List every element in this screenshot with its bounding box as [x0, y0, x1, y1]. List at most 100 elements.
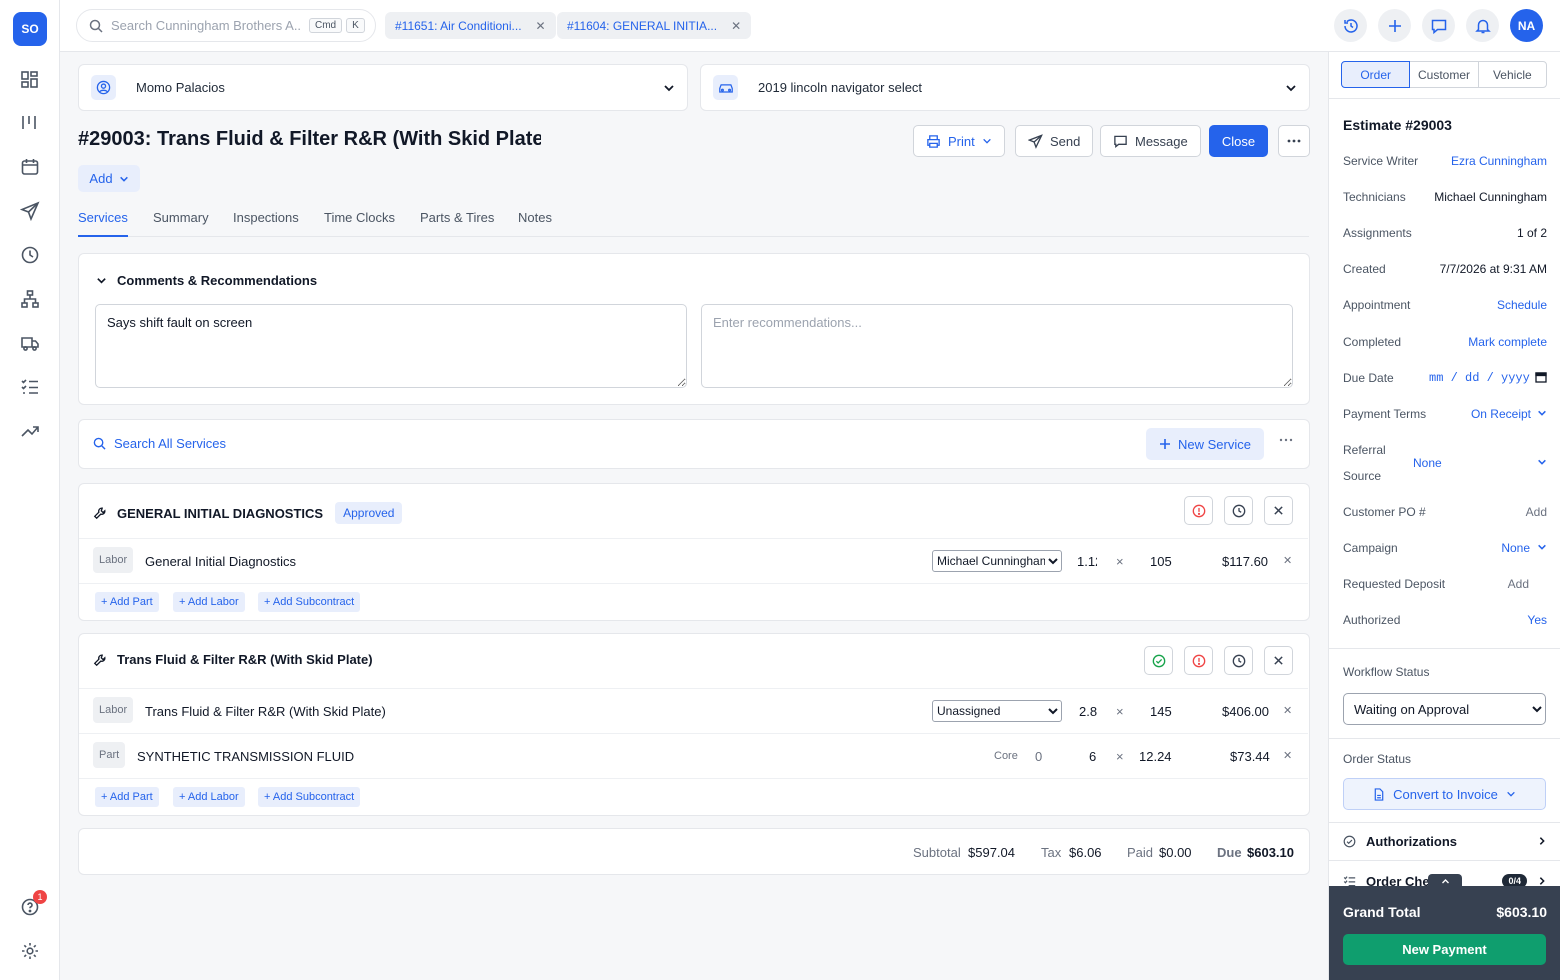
- vehicle-selector[interactable]: 2019 lincoln navigator select: [700, 64, 1310, 111]
- open-tab-11604[interactable]: #11604: GENERAL INITIA... ✕: [557, 12, 752, 39]
- campaign-select[interactable]: None: [1501, 541, 1530, 555]
- technicians-row: Technicians Michael Cunningham: [1343, 190, 1547, 204]
- service-writer-link[interactable]: Ezra Cunningham: [1451, 154, 1547, 168]
- add-subcontract-button[interactable]: + Add Subcontract: [258, 592, 361, 612]
- rate-input[interactable]: 12.24: [1139, 749, 1172, 764]
- send-icon[interactable]: [18, 199, 42, 223]
- segment-vehicle[interactable]: Vehicle: [1477, 61, 1547, 88]
- comments-header[interactable]: Comments & Recommendations: [96, 273, 317, 288]
- org-chart-icon[interactable]: [18, 287, 42, 311]
- calendar-icon[interactable]: [1535, 371, 1547, 383]
- convert-to-invoice-button[interactable]: Convert to Invoice: [1343, 778, 1546, 810]
- alert-icon[interactable]: [1184, 646, 1213, 675]
- global-search-input[interactable]: Search Cunningham Brothers A... Cmd K: [76, 9, 376, 42]
- payment-terms-select[interactable]: On Receipt: [1471, 407, 1531, 421]
- tab-notes[interactable]: Notes: [518, 210, 552, 237]
- search-all-services[interactable]: Search All Services: [93, 436, 226, 451]
- wrench-icon: [93, 653, 107, 667]
- close-tab-icon[interactable]: ✕: [731, 19, 741, 33]
- clock-icon[interactable]: [1224, 646, 1253, 675]
- new-service-button[interactable]: New Service: [1146, 428, 1264, 460]
- technician-select[interactable]: Michael Cunningham: [932, 550, 1062, 572]
- app-logo[interactable]: SO: [13, 12, 47, 46]
- technician-select[interactable]: Unassigned: [932, 700, 1062, 722]
- service-header[interactable]: GENERAL INITIAL DIAGNOSTICS Approved: [93, 502, 403, 524]
- recommendations-textarea[interactable]: [701, 304, 1293, 388]
- add-labor-button[interactable]: + Add Labor: [173, 787, 245, 807]
- workflow-board-icon[interactable]: [18, 111, 42, 135]
- add-labor-button[interactable]: + Add Labor: [173, 592, 245, 612]
- remove-line-icon[interactable]: ✕: [1283, 749, 1292, 762]
- left-rail: SO 1: [0, 0, 60, 980]
- print-button[interactable]: Print: [913, 125, 1005, 157]
- send-button[interactable]: Send: [1015, 125, 1094, 157]
- plus-icon[interactable]: [1378, 9, 1411, 42]
- tab-time-clocks[interactable]: Time Clocks: [324, 210, 395, 237]
- add-subcontract-button[interactable]: + Add Subcontract: [258, 787, 361, 807]
- core-label: Core: [994, 750, 1018, 762]
- more-actions-icon[interactable]: [1278, 125, 1310, 157]
- user-avatar[interactable]: NA: [1510, 9, 1543, 42]
- due-date-row: Due Date mm / dd / yyyy: [1343, 371, 1547, 385]
- tab-parts-tires[interactable]: Parts & Tires: [420, 210, 494, 237]
- dashboard-icon[interactable]: [18, 68, 42, 92]
- remove-line-icon[interactable]: ✕: [1283, 554, 1292, 567]
- settings-gear-icon[interactable]: [18, 939, 42, 963]
- authorized-value[interactable]: Yes: [1527, 613, 1547, 627]
- hours-input[interactable]: 2.8: [1079, 704, 1097, 719]
- customer-selector[interactable]: Momo Palacios: [78, 64, 688, 111]
- history-icon[interactable]: [1334, 9, 1367, 42]
- tab-summary[interactable]: Summary: [153, 210, 209, 237]
- customer-po-input[interactable]: Add: [1526, 505, 1547, 519]
- authorizations-row[interactable]: Authorizations: [1343, 832, 1547, 850]
- add-dropdown-button[interactable]: Add: [78, 165, 140, 192]
- chevron-right-icon: [1537, 876, 1547, 886]
- chat-icon[interactable]: [1422, 9, 1455, 42]
- trending-up-icon[interactable]: [18, 419, 42, 443]
- close-tab-icon[interactable]: ✕: [536, 19, 546, 33]
- truck-icon[interactable]: [18, 331, 42, 355]
- mark-complete-link[interactable]: Mark complete: [1468, 335, 1547, 349]
- close-icon[interactable]: [1264, 496, 1293, 525]
- hours-input[interactable]: 1.12: [1077, 554, 1097, 569]
- alert-icon[interactable]: [1184, 496, 1213, 525]
- more-options-icon[interactable]: [1279, 438, 1293, 442]
- close-order-button[interactable]: Close: [1209, 125, 1268, 157]
- add-part-button[interactable]: + Add Part: [95, 787, 159, 807]
- clock-icon[interactable]: [18, 243, 42, 267]
- requested-deposit-input[interactable]: Add: [1508, 577, 1529, 591]
- divider: [1329, 648, 1560, 649]
- remove-line-icon[interactable]: ✕: [1283, 704, 1292, 717]
- referral-source-select[interactable]: None: [1413, 456, 1442, 470]
- row-label: Created: [1343, 262, 1386, 276]
- clock-icon[interactable]: [1224, 496, 1253, 525]
- qty-input[interactable]: 6: [1089, 749, 1096, 764]
- add-part-button[interactable]: + Add Part: [95, 592, 159, 612]
- panel-segmented-control: Order Customer Vehicle: [1341, 61, 1547, 88]
- calendar-icon[interactable]: [18, 155, 42, 179]
- service-header[interactable]: Trans Fluid & Filter R&R (With Skid Plat…: [93, 652, 373, 667]
- core-input[interactable]: 0: [1035, 749, 1042, 764]
- close-icon[interactable]: [1264, 646, 1293, 675]
- rate-input[interactable]: 105: [1150, 554, 1172, 569]
- comments-textarea[interactable]: [95, 304, 687, 388]
- segment-customer[interactable]: Customer: [1409, 61, 1479, 88]
- open-tab-11651[interactable]: #11651: Air Conditioni... ✕: [385, 12, 556, 39]
- new-payment-button[interactable]: New Payment: [1343, 934, 1546, 965]
- tab-services[interactable]: Services: [78, 210, 128, 237]
- check-circle-icon[interactable]: [1144, 646, 1173, 675]
- times-sign: ×: [1116, 704, 1124, 719]
- shortcut-k: K: [346, 18, 365, 33]
- chevron-down-icon: [119, 174, 129, 184]
- segment-order[interactable]: Order: [1341, 61, 1411, 88]
- message-button[interactable]: Message: [1100, 125, 1201, 157]
- authorizations-label: Authorizations: [1366, 833, 1457, 849]
- bell-icon[interactable]: [1466, 9, 1499, 42]
- checklist-icon[interactable]: [18, 375, 42, 399]
- due-date-input[interactable]: mm / dd / yyyy: [1429, 371, 1530, 385]
- assignments-value: 1 of 2: [1516, 226, 1547, 240]
- schedule-link[interactable]: Schedule: [1497, 298, 1547, 312]
- tab-inspections[interactable]: Inspections: [233, 210, 299, 237]
- rate-input[interactable]: 145: [1150, 704, 1172, 719]
- workflow-status-select[interactable]: Waiting on Approval: [1343, 693, 1546, 725]
